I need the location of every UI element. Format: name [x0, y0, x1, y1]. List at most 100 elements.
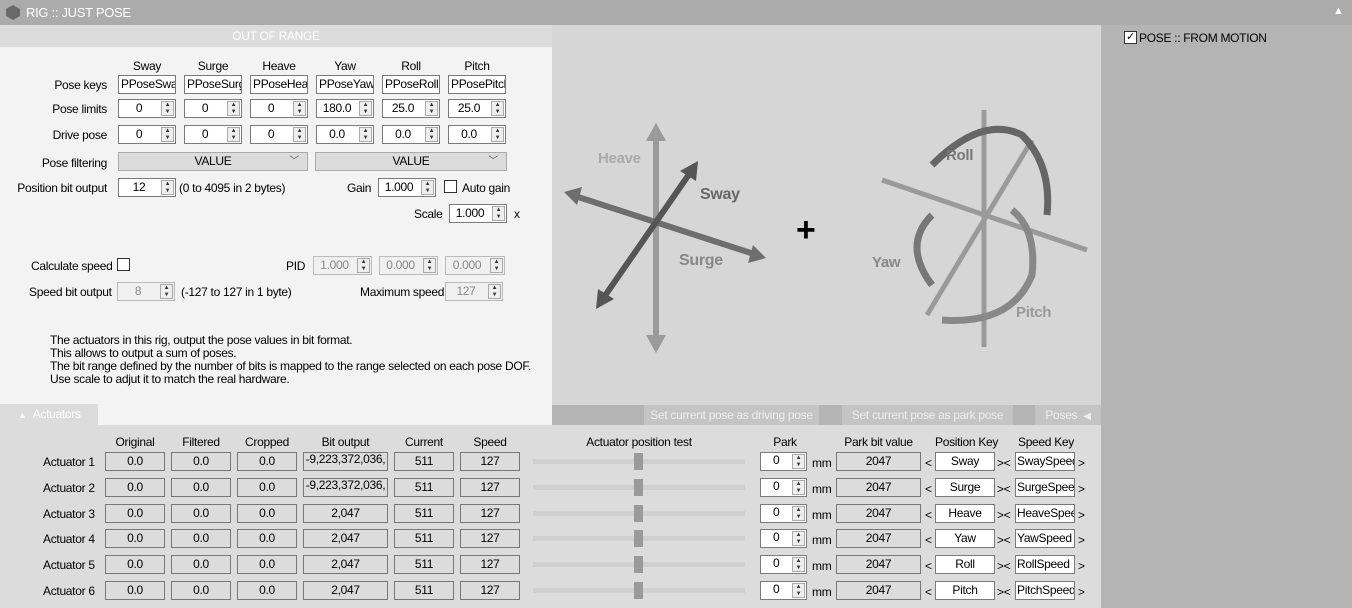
slider-thumb[interactable] [634, 479, 643, 496]
pose-limits-stepper[interactable]: 0 ▲ ▼ [184, 99, 242, 118]
header-speed-key: Speed Key [1017, 435, 1074, 449]
slider-thumb[interactable] [634, 505, 643, 522]
park-stepper[interactable]: 0 ▲ ▼ [760, 478, 807, 497]
pose-limits-stepper[interactable]: 25.0 ▲ ▼ [382, 99, 440, 118]
spin-arrows-icon[interactable]: ▲ ▼ [425, 101, 438, 116]
position-key-input[interactable]: Roll [935, 555, 995, 574]
value: 127 [456, 284, 476, 298]
collapse-icon[interactable]: ▲ [1333, 5, 1344, 17]
slider-thumb[interactable] [634, 582, 643, 599]
actuator-cropped-value: 0.0 [237, 452, 297, 471]
actuator-cropped-value: 0.0 [237, 555, 297, 574]
spin-arrows-icon[interactable]: ▲ ▼ [423, 258, 436, 273]
spin-arrows-icon[interactable]: ▲ ▼ [357, 258, 370, 273]
pose-from-motion-checkbox[interactable]: ✓ [1124, 31, 1137, 44]
spin-arrows-icon[interactable]: ▲ ▼ [359, 101, 372, 116]
pose-filtering-dropdown-1[interactable]: VALUE ﹀ [118, 152, 308, 171]
spin-arrows-icon[interactable]: ▲ ▼ [293, 127, 306, 142]
pid-i-stepper[interactable]: 0.000 ▲ ▼ [379, 256, 438, 275]
spin-arrows-icon[interactable]: ▲ ▼ [425, 127, 438, 142]
pose-drive-stepper[interactable]: 0 ▲ ▼ [118, 125, 176, 144]
gain-stepper[interactable]: 1.000 ▲ ▼ [378, 178, 436, 197]
scale-stepper[interactable]: 1.000 ▲ ▼ [449, 204, 507, 223]
header-original: Original [115, 435, 155, 449]
pose-drive-stepper[interactable]: 0.0 ▲ ▼ [382, 125, 440, 144]
position-key-input[interactable]: Heave [935, 504, 995, 523]
pose-key-input[interactable]: PPoseSway [118, 75, 176, 94]
pose-drive-stepper[interactable]: 0 ▲ ▼ [184, 125, 242, 144]
pose-filtering-dropdown-2[interactable]: VALUE ﹀ [315, 152, 507, 171]
spin-arrows-icon[interactable]: ▲ ▼ [227, 101, 240, 116]
spin-arrows-icon[interactable]: ▲ ▼ [161, 180, 174, 195]
pid-p-stepper[interactable]: 1.000 ▲ ▼ [313, 256, 372, 275]
pose-limits-stepper[interactable]: 0 ▲ ▼ [250, 99, 308, 118]
auto-gain-checkbox[interactable] [444, 180, 457, 193]
speed-key-input[interactable]: RollSpeed [1015, 555, 1075, 574]
actuators-tab[interactable]: ▲ Actuators [0, 404, 98, 425]
spin-arrows-icon[interactable]: ▲ ▼ [792, 557, 805, 572]
speed-bit-output-stepper[interactable]: 8 ▲ ▼ [117, 282, 175, 301]
speed-key-input[interactable]: HeaveSpeed [1015, 504, 1075, 523]
pose-key-input[interactable]: PPoseRoll [382, 75, 440, 94]
slider-thumb[interactable] [634, 530, 643, 547]
spin-arrows-icon[interactable]: ▲ ▼ [161, 127, 174, 142]
spin-arrows-icon[interactable]: ▲ ▼ [491, 127, 504, 142]
park-stepper[interactable]: 0 ▲ ▼ [760, 555, 807, 574]
spin-arrows-icon[interactable]: ▲ ▼ [792, 454, 805, 469]
spin-arrows-icon[interactable]: ▲ ▼ [488, 284, 501, 299]
spin-arrows-icon[interactable]: ▲ ▼ [227, 127, 240, 142]
maximum-speed-stepper[interactable]: 127 ▲ ▼ [445, 282, 503, 301]
poses-toggle-button[interactable]: Poses ◀ [1035, 405, 1101, 425]
speed-key-input[interactable]: SurgeSpeed [1015, 478, 1075, 497]
park-stepper[interactable]: 0 ▲ ▼ [760, 504, 807, 523]
actuator-original-value: 0.0 [105, 504, 165, 523]
pose-drive-stepper[interactable]: 0.0 ▲ ▼ [316, 125, 374, 144]
spin-arrows-icon[interactable]: ▲ ▼ [161, 101, 174, 116]
park-stepper[interactable]: 0 ▲ ▼ [760, 581, 807, 600]
pose-key-input[interactable]: PPoseYaw [316, 75, 374, 94]
spin-arrows-icon[interactable]: ▲ ▼ [421, 180, 434, 195]
spin-arrows-icon[interactable]: ▲ ▼ [359, 127, 372, 142]
calculate-speed-checkbox[interactable] [117, 258, 130, 271]
actuator-bit-value: 2,047 [303, 555, 388, 574]
spin-arrows-icon[interactable]: ▲ ▼ [160, 284, 173, 299]
pose-drive-stepper[interactable]: 0.0 ▲ ▼ [448, 125, 506, 144]
spin-arrows-icon[interactable]: ▲ ▼ [293, 101, 306, 116]
spin-arrows-icon[interactable]: ▲ ▼ [792, 583, 805, 598]
set-driving-pose-button[interactable]: Set current pose as driving pose [644, 405, 819, 425]
position-key-input[interactable]: Pitch [935, 581, 995, 600]
position-key-input[interactable]: Surge [935, 478, 995, 497]
position-key-input[interactable]: Sway [935, 452, 995, 471]
actuator-current-value: 511 [394, 555, 454, 574]
speed-key-input[interactable]: PitchSpeed [1015, 581, 1075, 600]
spin-arrows-icon[interactable]: ▲ ▼ [792, 506, 805, 521]
spin-arrows-icon[interactable]: ▲ ▼ [491, 101, 504, 116]
pose-key-input[interactable]: PPosePitch [448, 75, 506, 94]
actuator-original-value: 0.0 [105, 555, 165, 574]
maximum-speed-label: Maximum speed [360, 285, 445, 299]
pose-limits-stepper[interactable]: 180.0 ▲ ▼ [316, 99, 374, 118]
position-key-input[interactable]: Yaw [935, 529, 995, 548]
park-stepper[interactable]: 0 ▲ ▼ [760, 452, 807, 471]
pose-key-input[interactable]: PPoseHeave [250, 75, 308, 94]
slider-thumb[interactable] [634, 556, 643, 573]
value: 0 [135, 127, 143, 141]
value: 0.0 [329, 127, 345, 141]
speed-key-input[interactable]: SwaySpeed [1015, 452, 1075, 471]
pose-limits-stepper[interactable]: 25.0 ▲ ▼ [448, 99, 506, 118]
position-bit-output-stepper[interactable]: 12 ▲ ▼ [118, 178, 176, 197]
value: 0 [773, 556, 780, 570]
pose-key-input[interactable]: PPoseSurge [184, 75, 242, 94]
spin-arrows-icon[interactable]: ▲ ▼ [792, 531, 805, 546]
slider-thumb[interactable] [634, 453, 643, 470]
spin-arrows-icon[interactable]: ▲ ▼ [792, 480, 805, 495]
set-park-pose-button[interactable]: Set current pose as park pose [842, 405, 1013, 425]
spin-arrows-icon[interactable]: ▲ ▼ [492, 206, 505, 221]
pose-limits-stepper[interactable]: 0 ▲ ▼ [118, 99, 176, 118]
spin-arrows-icon[interactable]: ▲ ▼ [490, 258, 503, 273]
pid-d-stepper[interactable]: 0.000 ▲ ▼ [445, 256, 505, 275]
park-stepper[interactable]: 0 ▲ ▼ [760, 529, 807, 548]
speed-key-input[interactable]: YawSpeed [1015, 529, 1075, 548]
pose-drive-stepper[interactable]: 0 ▲ ▼ [250, 125, 308, 144]
actuator-filtered-value: 0.0 [171, 581, 231, 600]
